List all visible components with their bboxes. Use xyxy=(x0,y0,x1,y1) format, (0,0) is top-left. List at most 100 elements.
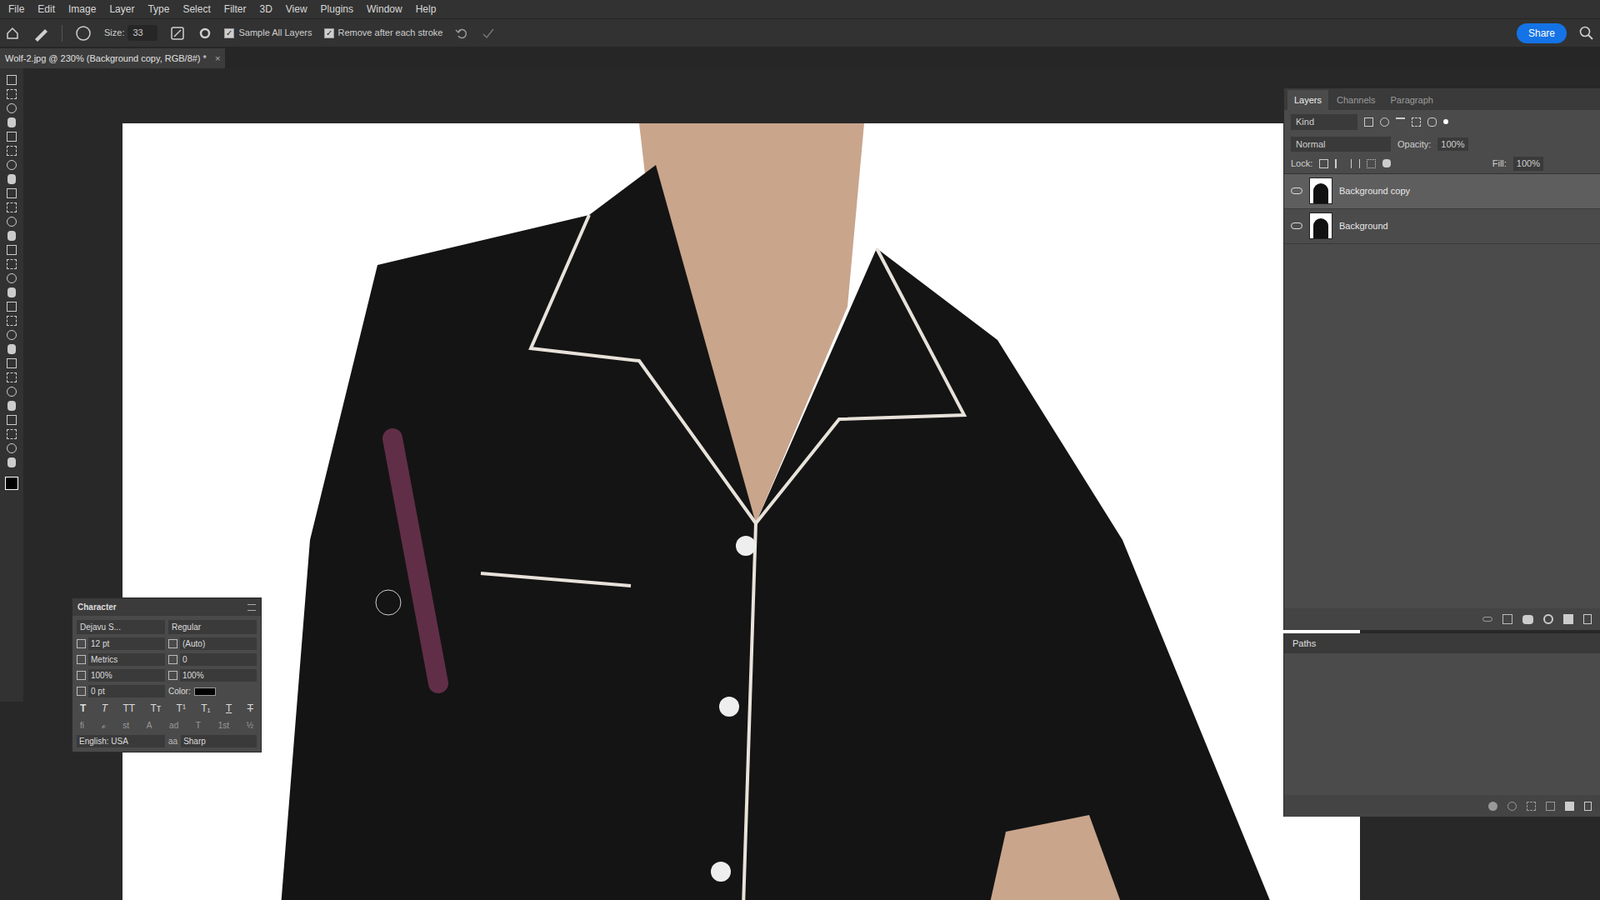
eye-icon[interactable] xyxy=(1290,187,1303,195)
new-path-icon[interactable] xyxy=(1565,801,1575,811)
fill-path-icon[interactable] xyxy=(1488,801,1498,811)
opentype-button[interactable]: st xyxy=(122,719,130,732)
leading-field[interactable]: (Auto) xyxy=(180,637,257,650)
home-icon[interactable] xyxy=(5,25,20,41)
filter-toggle-icon[interactable] xyxy=(1443,119,1449,125)
lock-all-icon[interactable] xyxy=(1382,159,1391,168)
brush-preset-icon[interactable] xyxy=(74,24,93,43)
pressure-icon[interactable] xyxy=(169,25,186,42)
filter-field[interactable]: Kind xyxy=(1290,114,1358,130)
filter-smart-icon[interactable] xyxy=(1427,117,1437,127)
horizontal-scale-field[interactable]: 100% xyxy=(180,669,257,682)
document-tab[interactable]: Wolf-2.jpg @ 230% (Background copy, RGB/… xyxy=(0,48,225,69)
opacity-field[interactable]: 100% xyxy=(1437,137,1468,152)
adjustment-icon[interactable] xyxy=(1543,614,1554,625)
tool-icon[interactable] xyxy=(7,117,16,128)
type-style-button[interactable]: Tт xyxy=(150,700,161,716)
filter-type-icon[interactable] xyxy=(1395,117,1405,127)
opentype-button[interactable]: ad xyxy=(169,719,179,732)
tool-icon[interactable] xyxy=(6,372,17,383)
new-layer-icon[interactable] xyxy=(1563,614,1574,625)
tool-icon[interactable] xyxy=(6,202,17,213)
type-style-button[interactable]: T¹ xyxy=(176,700,186,716)
type-style-button[interactable]: T xyxy=(247,700,254,716)
spot-healing-icon[interactable] xyxy=(31,24,50,43)
filter-shape-icon[interactable] xyxy=(1411,117,1421,127)
tool-icon[interactable] xyxy=(6,216,17,227)
baseline-field[interactable]: 0 pt xyxy=(88,685,165,698)
menu-item[interactable]: Image xyxy=(68,1,96,17)
opentype-button[interactable]: 1st xyxy=(218,719,230,732)
filter-pixel-icon[interactable] xyxy=(1364,117,1374,127)
close-button[interactable]: × xyxy=(215,51,220,66)
make-path-icon[interactable] xyxy=(1545,801,1555,811)
opentype-button[interactable]: A xyxy=(146,719,153,732)
menu-item[interactable]: Help xyxy=(415,1,437,17)
menu-item[interactable]: File xyxy=(8,1,25,17)
panel-menu-icon[interactable] xyxy=(247,604,256,611)
checkbox[interactable]: ✓ xyxy=(224,28,235,39)
kerning-field[interactable]: Metrics xyxy=(88,653,165,666)
font-size-field[interactable]: 12 pt xyxy=(88,637,165,650)
selection-icon[interactable] xyxy=(1526,801,1536,811)
type-style-button[interactable]: T xyxy=(225,700,232,716)
lock-move-icon[interactable] xyxy=(1350,159,1360,169)
tool-icon[interactable] xyxy=(6,103,17,114)
undo-icon[interactable] xyxy=(454,25,470,41)
fill-field[interactable]: 100% xyxy=(1513,156,1544,171)
tool-icon[interactable] xyxy=(6,259,17,270)
menu-item[interactable]: Window xyxy=(366,1,403,17)
tool-icon[interactable] xyxy=(6,188,17,199)
tool-icon[interactable] xyxy=(7,230,16,241)
opentype-button[interactable]: ℴ xyxy=(101,719,106,732)
tool-icon[interactable] xyxy=(7,287,16,298)
layer-name[interactable]: Background copy xyxy=(1339,184,1410,199)
menu-item[interactable]: Edit xyxy=(37,1,55,17)
type-style-button[interactable]: T xyxy=(101,700,108,716)
lock-paint-icon[interactable] xyxy=(1335,159,1345,169)
vertical-scale-field[interactable]: 100% xyxy=(88,669,165,682)
fx-icon[interactable] xyxy=(1502,614,1513,625)
layer-row[interactable]: Background copy xyxy=(1284,174,1600,210)
eye-icon[interactable] xyxy=(1290,222,1303,230)
checkbox[interactable]: ✓ xyxy=(324,28,335,39)
delete-path-icon[interactable] xyxy=(1584,801,1592,811)
type-style-button[interactable]: T xyxy=(80,700,86,716)
menu-item[interactable]: Layer xyxy=(109,1,135,17)
menu-item[interactable]: 3D xyxy=(259,1,272,17)
tool-icon[interactable] xyxy=(6,330,17,340)
tool-icon[interactable] xyxy=(6,160,17,170)
foreground-color-icon[interactable] xyxy=(5,476,19,490)
panel-tab[interactable]: Paragraph xyxy=(1384,90,1440,111)
link-icon[interactable] xyxy=(1482,616,1493,622)
layer-row[interactable]: Background xyxy=(1284,209,1600,245)
mask-icon[interactable] xyxy=(1522,615,1534,625)
menu-item[interactable]: Select xyxy=(182,1,210,17)
tool-icon[interactable] xyxy=(6,273,17,284)
tracking-field[interactable]: 0 xyxy=(180,653,257,666)
sample-all-layers-checkbox[interactable]: ✓ Sample All Layers xyxy=(224,25,312,40)
menu-item[interactable]: Type xyxy=(147,1,170,17)
lock-pixels-icon[interactable] xyxy=(1319,159,1329,169)
tool-icon[interactable] xyxy=(7,174,16,185)
stroke-path-icon[interactable] xyxy=(1507,801,1517,811)
remove-after-stroke-checkbox[interactable]: ✓ Remove after each stroke xyxy=(324,25,444,40)
font-style-field[interactable]: Regular xyxy=(168,620,257,635)
tool-icon[interactable] xyxy=(6,415,17,425)
delete-icon[interactable] xyxy=(1583,614,1592,625)
type-style-button[interactable]: T₁ xyxy=(200,700,210,716)
tool-icon[interactable] xyxy=(7,400,16,411)
tool-icon[interactable] xyxy=(6,301,17,312)
tool-icon[interactable] xyxy=(6,75,17,85)
menu-item[interactable]: Filter xyxy=(224,1,247,17)
lock-artboard-icon[interactable] xyxy=(1366,159,1376,169)
tool-icon[interactable] xyxy=(7,344,16,355)
type-style-button[interactable]: TT xyxy=(122,700,135,716)
tool-icon[interactable] xyxy=(7,457,16,468)
tool-icon[interactable] xyxy=(6,131,17,142)
tool-icon[interactable] xyxy=(6,315,17,326)
opentype-button[interactable]: fi xyxy=(80,719,85,732)
settings-icon[interactable] xyxy=(197,25,213,41)
tool-icon[interactable] xyxy=(6,245,17,255)
font-family-field[interactable]: Dejavu S... xyxy=(76,620,165,635)
